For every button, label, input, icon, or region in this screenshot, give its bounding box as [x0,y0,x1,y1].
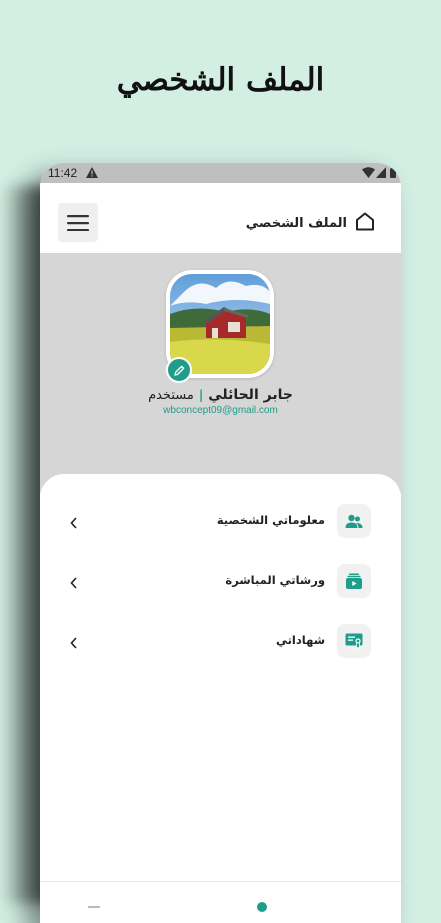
promo-title: الملف الشخصي [116,62,325,98]
chevron-left-icon [70,514,78,533]
chevron-left-icon [70,574,78,593]
live-workshop-icon [337,564,371,598]
menu-item-certificates[interactable]: شهاداتي [40,624,401,662]
menu-item-label: معلوماتي الشخصية [216,513,325,527]
certificate-icon [337,624,371,658]
menu-item-label: شهاداتي [275,633,325,647]
pencil-icon [173,365,184,376]
bottom-nav-active-indicator[interactable] [257,902,267,912]
user-name: جابر الحائلي [208,387,293,403]
page-title: الملف الشخصي [245,216,347,231]
profile-menu: معلوماتي الشخصية ورشاتي المباشرة شهاداتي [40,474,401,923]
header-title-group: الملف الشخصي [246,212,375,235]
profile-name-line: جابر الحائلي | مستخدم [40,387,401,403]
status-time: 11:42 [48,166,78,180]
user-role: مستخدم [148,388,194,403]
users-icon [337,504,371,538]
wifi-icon [362,167,375,181]
profile-area: جابر الحائلي | مستخدم wbconcept09@gmail.co… [40,253,401,493]
app-header: الملف الشخصي [40,183,401,253]
warning-icon [86,167,98,181]
bottom-navigation [40,881,401,922]
chevron-left-icon [70,634,78,653]
menu-button[interactable] [58,203,98,242]
name-separator: | [198,388,204,402]
menu-item-label: ورشاتي المباشرة [225,573,325,587]
menu-item-live-workshops[interactable]: ورشاتي المباشرة [40,564,401,602]
user-email: wbconcept09@gmail.com [163,405,278,416]
bottom-nav-item[interactable] [88,906,100,908]
menu-item-personal-info[interactable]: معلوماتي الشخصية [40,504,401,542]
cellular-icon [376,167,386,181]
battery-icon [390,167,396,181]
hamburger-icon [67,214,89,231]
home-icon[interactable] [355,212,375,235]
status-bar: 11:42 [40,163,401,183]
phone-frame: 11:42 الملف الشخصي جابر الحائلي|مستخدم w… [40,163,401,923]
edit-avatar-button[interactable] [166,357,192,383]
